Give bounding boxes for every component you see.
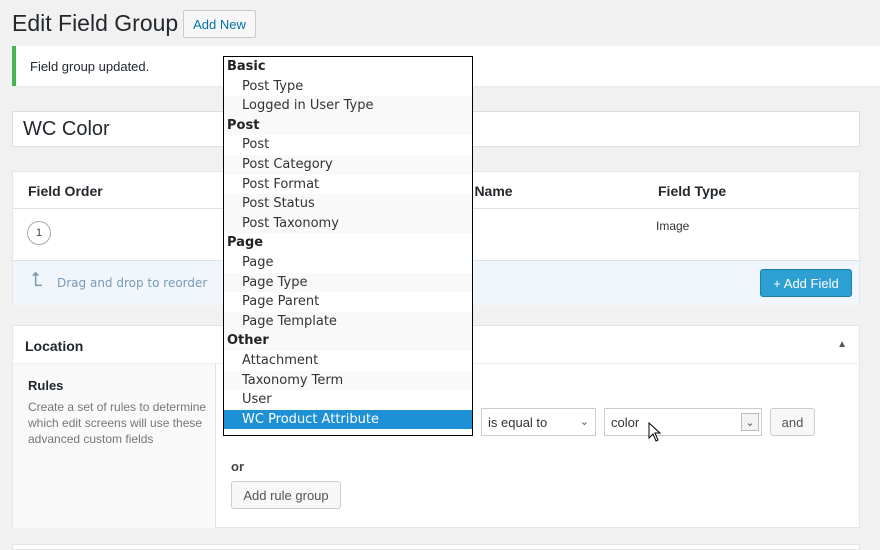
add-field-button[interactable]: + Add Field xyxy=(760,269,852,297)
field-type-header: Field Type xyxy=(658,183,727,199)
rules-description: Create a set of rules to determine which… xyxy=(28,400,207,446)
notice-text: Field group updated. xyxy=(30,59,150,74)
dropdown-option-post[interactable]: Post xyxy=(224,135,472,155)
rules-label: Rules xyxy=(28,378,64,393)
dropdown-option-logged-in-user-type[interactable]: Logged in User Type xyxy=(224,96,472,116)
dropdown-option-post-format[interactable]: Post Format xyxy=(224,175,472,195)
rules-sidebar: Rules Create a set of rules to determine… xyxy=(13,364,216,528)
dropdown-option-post-status[interactable]: Post Status xyxy=(224,194,472,214)
curved-arrow-up-icon: ⮤ xyxy=(31,269,43,291)
and-button[interactable]: and xyxy=(770,408,815,436)
dropdown-option-page[interactable]: Page xyxy=(224,253,472,273)
field-type-value: Image xyxy=(656,219,690,233)
reorder-hint: Drag and drop to reorder xyxy=(57,276,208,290)
field-order-header: Field Order xyxy=(28,183,103,199)
dropdown-option-attachment[interactable]: Attachment xyxy=(224,351,472,371)
dropdown-group-other: Other xyxy=(224,331,472,351)
operator-value: is equal to xyxy=(488,414,548,430)
dropdown-option-page-parent[interactable]: Page Parent xyxy=(224,292,472,312)
dropdown-option-page-type[interactable]: Page Type xyxy=(224,272,472,293)
dropdown-option-post-category[interactable]: Post Category xyxy=(224,154,472,175)
dropdown-option-post-type[interactable]: Post Type xyxy=(224,77,472,97)
dropdown-group-post: Post xyxy=(224,115,472,136)
param-dropdown-list[interactable]: Basic Post Type Logged in User Type Post… xyxy=(223,56,473,436)
chevron-down-icon: ⌄ xyxy=(579,416,589,428)
dropdown-group-page: Page xyxy=(227,235,264,251)
next-panel-edge xyxy=(12,544,860,550)
add-new-button[interactable]: Add New xyxy=(183,10,256,38)
mouse-cursor-icon xyxy=(648,422,662,442)
dropdown-option-user[interactable]: User xyxy=(224,390,472,410)
collapse-arrow-icon[interactable]: ▲ xyxy=(837,339,847,350)
location-title: Location xyxy=(25,338,84,354)
field-order-badge: 1 xyxy=(27,221,51,245)
value-selected: color xyxy=(611,414,640,430)
add-rule-group-button[interactable]: Add rule group xyxy=(231,481,341,509)
dropdown-option-page-template[interactable]: Page Template xyxy=(224,311,472,332)
page-title: Edit Field Group xyxy=(12,10,179,36)
operator-select[interactable]: is equal to ⌄ xyxy=(481,408,596,436)
dropdown-option-wc-product-attribute[interactable]: WC Product Attribute xyxy=(224,409,472,430)
dropdown-option-taxonomy-term[interactable]: Taxonomy Term xyxy=(224,370,472,391)
dropdown-group-basic: Basic xyxy=(227,59,266,74)
dropdown-option-post-taxonomy[interactable]: Post Taxonomy xyxy=(224,213,472,234)
value-select[interactable]: color ⌄ xyxy=(604,408,762,436)
or-label: or xyxy=(231,459,244,474)
chevron-down-icon: ⌄ xyxy=(741,413,759,431)
